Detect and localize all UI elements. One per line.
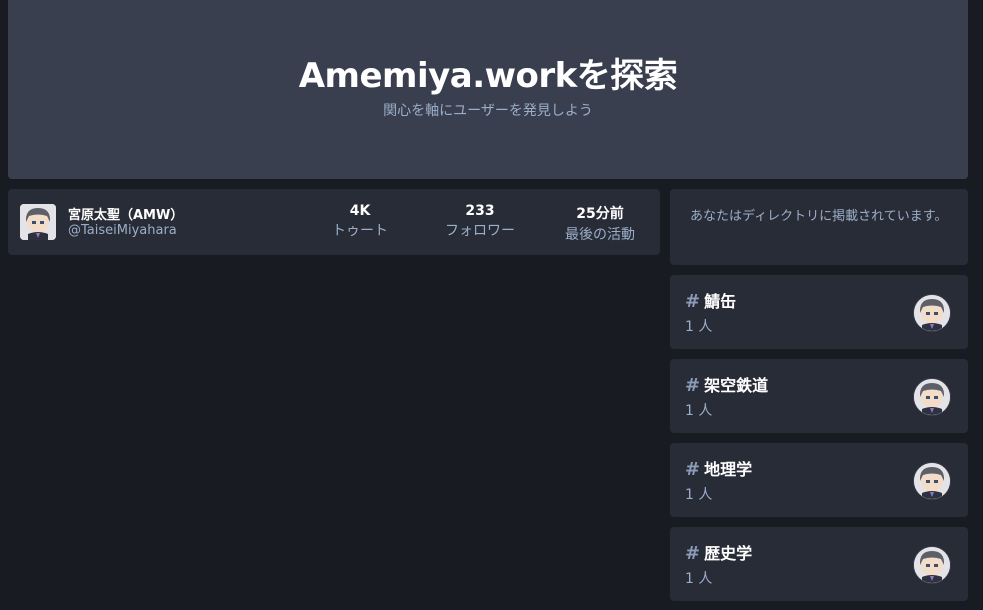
avatar-image <box>914 379 950 415</box>
account-card[interactable]: 宮原太聖（AMW） @TaiseiMiyahara 4K トゥート 233 フォ… <box>8 189 660 255</box>
account-avatar[interactable] <box>20 204 56 240</box>
hashtag-title[interactable]: # 架空鉄道 <box>685 372 768 396</box>
stat-label: 最後の活動 <box>565 227 635 243</box>
hashtag-user-avatar[interactable] <box>913 294 951 332</box>
hash-icon: # <box>685 375 701 396</box>
hashtag-user-avatar[interactable] <box>913 378 951 416</box>
stat-last-active: 25分前 最後の活動 <box>545 203 655 244</box>
stat-value: 25分前 <box>576 206 624 222</box>
hashtag-user-avatar[interactable] <box>913 546 951 584</box>
directory-notice: あなたはディレクトリに掲載されています。 <box>670 189 968 265</box>
account-handle[interactable]: @TaiseiMiyahara <box>68 223 177 238</box>
hash-icon: # <box>685 543 701 564</box>
avatar-image <box>914 547 950 583</box>
avatar-image <box>914 295 950 331</box>
hash-icon: # <box>685 291 701 312</box>
page-subtitle: 関心を軸にユーザーを発見しよう <box>383 103 593 119</box>
avatar-image <box>20 204 56 240</box>
hashtag-card[interactable]: # 架空鉄道 1 人 <box>670 359 968 433</box>
account-display-name[interactable]: 宮原太聖（AMW） <box>68 204 183 223</box>
hashtag-card[interactable]: # 地理学 1 人 <box>670 443 968 517</box>
stat-value: 233 <box>465 203 495 219</box>
hashtag-user-count: 1 人 <box>685 571 713 587</box>
directory-notice-text: あなたはディレクトリに掲載されています。 <box>690 209 948 224</box>
stat-label: フォロワー <box>445 223 515 239</box>
hashtag-user-count: 1 人 <box>685 319 713 335</box>
hash-icon: # <box>685 459 701 480</box>
page-title: Amemiya.workを探索 <box>298 56 678 96</box>
avatar-image <box>914 463 950 499</box>
stat-followers: 233 フォロワー <box>425 203 535 240</box>
hashtag-user-count: 1 人 <box>685 487 713 503</box>
hashtag-card[interactable]: # 鯖缶 1 人 <box>670 275 968 349</box>
hashtag-user-count: 1 人 <box>685 403 713 419</box>
stat-label: トゥート <box>332 223 388 239</box>
hashtag-title[interactable]: # 鯖缶 <box>685 288 736 312</box>
hashtag-user-avatar[interactable] <box>913 462 951 500</box>
hashtag-card[interactable]: # 歴史学 1 人 <box>670 527 968 601</box>
stat-toots: 4K トゥート <box>305 203 415 240</box>
hashtag-name: 地理学 <box>704 460 753 479</box>
hashtag-name: 歴史学 <box>704 544 753 563</box>
hashtag-name: 架空鉄道 <box>704 376 769 395</box>
hashtag-title[interactable]: # 地理学 <box>685 456 752 480</box>
stat-value: 4K <box>349 203 371 219</box>
hashtag-name: 鯖缶 <box>704 292 737 311</box>
hashtag-title[interactable]: # 歴史学 <box>685 540 752 564</box>
directory-hero: Amemiya.workを探索 関心を軸にユーザーを発見しよう <box>8 0 968 179</box>
